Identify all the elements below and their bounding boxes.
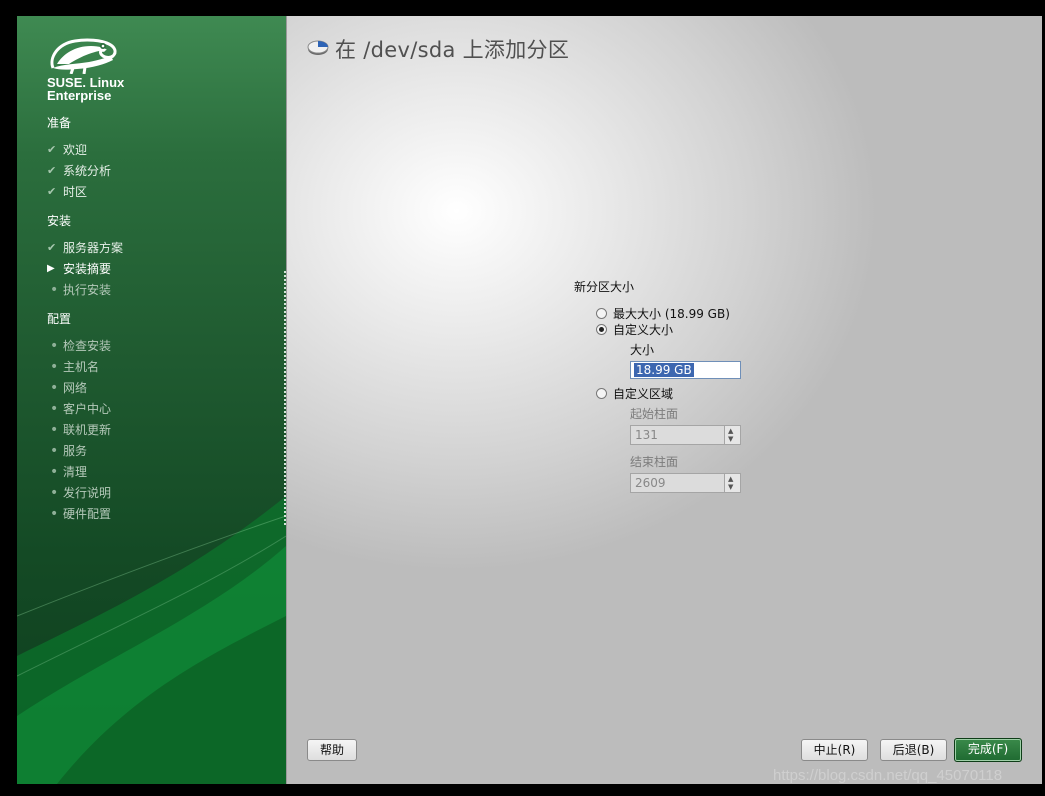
step-label: 安装摘要 <box>63 262 112 276</box>
step-item: ✔ 欢迎 <box>47 141 87 159</box>
spin-down-icon[interactable]: ▼ <box>728 436 733 443</box>
step-item: • 执行安装 <box>47 281 111 299</box>
spin-up-icon[interactable]: ▲ <box>728 476 733 483</box>
help-button[interactable]: 帮助 <box>307 739 357 761</box>
pending-bullet-icon: • <box>50 338 59 354</box>
spin-down-icon[interactable]: ▼ <box>728 484 733 491</box>
pending-bullet-icon: • <box>50 282 59 298</box>
step-item: • 清理 <box>47 463 87 481</box>
installer-screen: SUSE. Linux Enterprise 准备 ✔ 欢迎 ✔ 系统分析 ✔ 时区安装 ✔ 服… <box>17 16 1042 784</box>
checkmark-icon: ✔ <box>47 164 57 177</box>
spin-up-icon[interactable]: ▲ <box>728 428 733 435</box>
pending-bullet-icon: • <box>50 506 59 522</box>
end-cylinder-label: 结束柱面 <box>630 455 679 469</box>
step-label: 发行说明 <box>63 486 112 500</box>
step-item: • 客户中心 <box>47 400 111 418</box>
start-cylinder-label: 起始柱面 <box>630 407 679 421</box>
step-label: 检查安装 <box>63 339 112 353</box>
brand-name: SUSE. Linux Enterprise <box>47 76 124 102</box>
new-partition-size-label: 新分区大小 <box>574 280 635 294</box>
checkmark-icon: ✔ <box>47 143 57 156</box>
step-label: 服务 <box>63 444 88 458</box>
suse-chameleon-logo <box>50 38 117 74</box>
pending-bullet-icon: • <box>50 464 59 480</box>
checkmark-icon: ✔ <box>47 241 57 254</box>
size-input-value: 18.99 GB <box>634 363 694 377</box>
step-label: 清理 <box>63 465 88 479</box>
step-label: 主机名 <box>63 360 100 374</box>
step-label: 时区 <box>63 185 88 199</box>
step-label: 客户中心 <box>63 402 112 416</box>
step-item: • 网络 <box>47 379 87 397</box>
step-label: 服务器方案 <box>63 241 124 255</box>
custom-size-label[interactable]: 自定义大小 <box>613 321 673 338</box>
sidebar: SUSE. Linux Enterprise 准备 ✔ 欢迎 ✔ 系统分析 ✔ 时区安装 ✔ 服… <box>17 16 286 784</box>
start-cylinder-spinbox[interactable]: 131 ▲ ▼ <box>630 425 741 445</box>
custom-size-radio[interactable] <box>596 324 607 335</box>
step-label: 执行安装 <box>63 283 112 297</box>
step-label: 网络 <box>63 381 88 395</box>
pending-bullet-icon: • <box>50 485 59 501</box>
max-size-radio[interactable] <box>596 308 607 319</box>
step-label: 系统分析 <box>63 164 112 178</box>
step-item: • 主机名 <box>47 358 99 376</box>
finish-button[interactable]: 完成(F) <box>954 738 1022 762</box>
pending-bullet-icon: • <box>50 401 59 417</box>
partition-disk-icon <box>307 40 329 55</box>
pending-bullet-icon: • <box>50 443 59 459</box>
main-panel: 在 /dev/sda 上添加分区 新分区大小 最大大小 (18.99 GB) 自… <box>286 16 1042 784</box>
step-item: ✔ 系统分析 <box>47 162 111 180</box>
custom-region-label[interactable]: 自定义区域 <box>613 385 673 402</box>
brand-line2: Enterprise <box>47 88 112 103</box>
watermark-text: https://blog.csdn.net/qq_45070118 <box>773 767 1003 784</box>
size-input[interactable]: 18.99 GB <box>630 361 741 379</box>
end-cylinder-spinbox[interactable]: 2609 ▲ ▼ <box>630 473 741 493</box>
checkmark-icon: ✔ <box>47 185 57 198</box>
end-cylinder-arrows[interactable]: ▲ ▼ <box>724 474 740 492</box>
pending-bullet-icon: • <box>50 359 59 375</box>
page-title: 在 /dev/sda 上添加分区 <box>335 38 570 62</box>
size-label: 大小 <box>630 343 655 357</box>
step-item: ▶ 安装摘要 <box>47 260 111 278</box>
step-label: 欢迎 <box>63 143 88 157</box>
max-size-label[interactable]: 最大大小 (18.99 GB) <box>613 305 730 322</box>
pending-bullet-icon: • <box>50 422 59 438</box>
step-section-title: 配置 <box>47 312 72 326</box>
step-label: 联机更新 <box>63 423 112 437</box>
current-step-arrow-icon: ▶ <box>47 263 55 274</box>
step-section-title: 安装 <box>47 214 72 228</box>
custom-region-radio[interactable] <box>596 388 607 399</box>
step-label: 硬件配置 <box>63 507 112 521</box>
back-button[interactable]: 后退(B) <box>880 739 947 761</box>
step-item: • 服务 <box>47 442 87 460</box>
pending-bullet-icon: • <box>50 380 59 396</box>
abort-button[interactable]: 中止(R) <box>801 739 868 761</box>
step-section-title: 准备 <box>47 116 72 130</box>
start-cylinder-arrows[interactable]: ▲ ▼ <box>724 426 740 444</box>
step-item: • 联机更新 <box>47 421 111 439</box>
start-cylinder-value: 131 <box>635 428 658 442</box>
step-item: • 检查安装 <box>47 337 111 355</box>
step-item: • 发行说明 <box>47 484 111 502</box>
step-item: ✔ 服务器方案 <box>47 239 123 257</box>
step-item: ✔ 时区 <box>47 183 87 201</box>
end-cylinder-value: 2609 <box>635 476 666 490</box>
step-item: • 硬件配置 <box>47 505 111 523</box>
